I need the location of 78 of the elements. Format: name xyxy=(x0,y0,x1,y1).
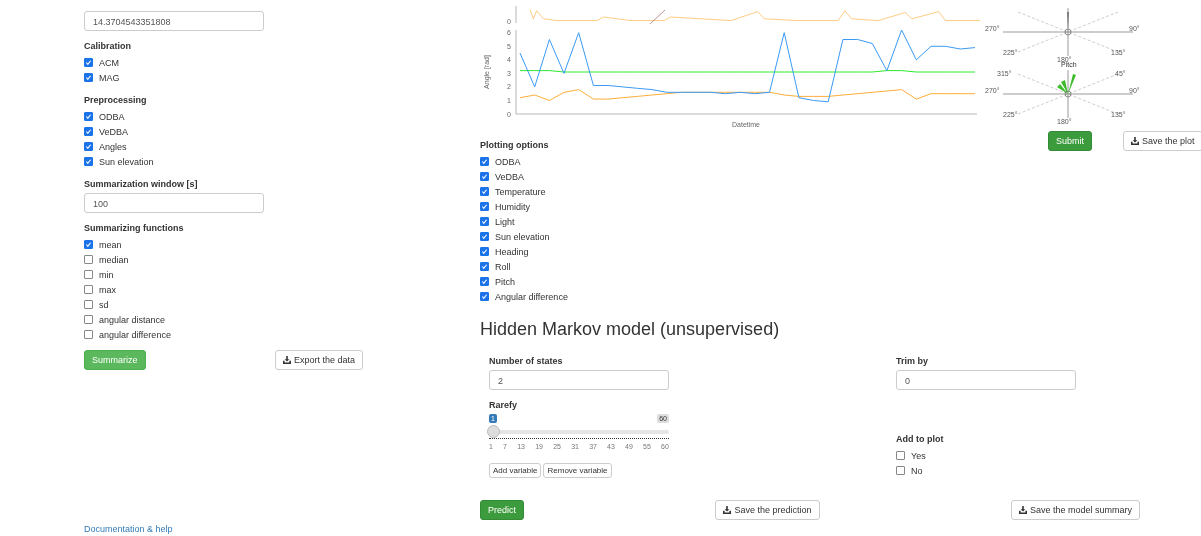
checkbox-label: angular distance xyxy=(99,314,166,325)
group-label: Preprocessing xyxy=(84,94,148,106)
checkbox-label: VeDBA xyxy=(495,171,525,182)
group-label: Summarizing functions xyxy=(84,222,185,234)
checkbox[interactable] xyxy=(84,157,93,166)
field-label: Number of states xyxy=(489,355,564,367)
checkbox-label: ODBA xyxy=(495,156,521,167)
checkbox-label: No xyxy=(911,465,923,476)
save-plot-button[interactable]: Save the plot xyxy=(1123,131,1201,151)
submit-button[interactable]: Submit xyxy=(1048,131,1092,151)
checkbox-label: max xyxy=(99,284,116,295)
checkbox-label: Temperature xyxy=(495,186,546,197)
number-field[interactable]: 14.3704543351808 xyxy=(84,11,264,31)
checkbox[interactable] xyxy=(84,255,93,264)
checkbox[interactable] xyxy=(84,330,93,339)
checkbox[interactable] xyxy=(84,142,93,151)
checkbox-label: Humidity xyxy=(495,201,530,212)
checkbox-label: Angular difference xyxy=(495,291,568,302)
help-link[interactable]: Documentation & help xyxy=(84,524,364,535)
checkbox[interactable] xyxy=(84,127,93,136)
checkbox[interactable] xyxy=(84,285,93,294)
checkbox[interactable] xyxy=(480,217,489,226)
slider-label: Rarefy xyxy=(489,399,518,411)
checkbox[interactable] xyxy=(896,466,905,475)
checkbox-label: sd xyxy=(99,299,109,310)
checkbox[interactable] xyxy=(84,58,93,67)
group-label: Plotting options xyxy=(480,139,550,151)
checkbox[interactable] xyxy=(480,202,489,211)
checkbox[interactable] xyxy=(480,277,489,286)
checkbox-label: Yes xyxy=(911,450,926,461)
checkbox[interactable] xyxy=(480,187,489,196)
checkbox[interactable] xyxy=(84,270,93,279)
checkbox[interactable] xyxy=(480,247,489,256)
checkbox[interactable] xyxy=(480,157,489,166)
save-summary-button[interactable]: Save the model summary xyxy=(1010,500,1140,520)
remove-variable-button[interactable]: Remove variable xyxy=(543,463,612,478)
download-icon xyxy=(1018,506,1027,514)
checkbox[interactable] xyxy=(84,315,93,324)
states-field[interactable]: 2 xyxy=(489,370,669,390)
checkbox-label: Sun elevation xyxy=(99,156,154,167)
checkbox[interactable] xyxy=(84,112,93,121)
field-label: Trim by xyxy=(896,355,929,367)
checkbox[interactable] xyxy=(480,232,489,241)
checkbox-label: ODBA xyxy=(99,111,125,122)
save-prediction-button[interactable]: Save the prediction xyxy=(715,500,820,520)
checkbox-label: angular difference xyxy=(99,329,171,340)
field-label: Summarization window [s] xyxy=(84,178,199,190)
checkbox[interactable] xyxy=(480,172,489,181)
download-icon xyxy=(723,506,732,514)
checkbox-label: Heading xyxy=(495,246,529,257)
checkbox-label: mean xyxy=(99,239,122,250)
download-icon xyxy=(282,356,291,364)
slider-handle[interactable] xyxy=(487,425,500,438)
trim-field[interactable]: 0 xyxy=(896,370,1076,390)
checkbox-label: Angles xyxy=(99,141,127,152)
checkbox-label: ACM xyxy=(99,57,119,68)
window-field[interactable]: 100 xyxy=(84,193,264,213)
checkbox-label: min xyxy=(99,269,114,280)
download-icon xyxy=(1131,137,1139,145)
checkbox-label: MAG xyxy=(99,72,120,83)
checkbox[interactable] xyxy=(84,300,93,309)
checkbox-label: median xyxy=(99,254,129,265)
checkbox[interactable] xyxy=(84,240,93,249)
checkbox-label: Pitch xyxy=(495,276,515,287)
checkbox-label: Sun elevation xyxy=(495,231,550,242)
group-label: Add to plot xyxy=(896,433,945,445)
group-label: Calibration xyxy=(84,40,132,52)
checkbox-label: Roll xyxy=(495,261,511,272)
checkbox-label: Light xyxy=(495,216,515,227)
export-button[interactable]: Export the data xyxy=(274,350,363,370)
checkbox-label: VeDBA xyxy=(99,126,129,137)
checkbox[interactable] xyxy=(84,73,93,82)
section-title: Hidden Markov model (unsupervised) xyxy=(480,318,781,340)
checkbox[interactable] xyxy=(896,451,905,460)
checkbox[interactable] xyxy=(480,262,489,271)
predict-button[interactable]: Predict xyxy=(480,500,524,520)
checkbox[interactable] xyxy=(480,292,489,301)
add-variable-button[interactable]: Add variable xyxy=(489,463,542,478)
